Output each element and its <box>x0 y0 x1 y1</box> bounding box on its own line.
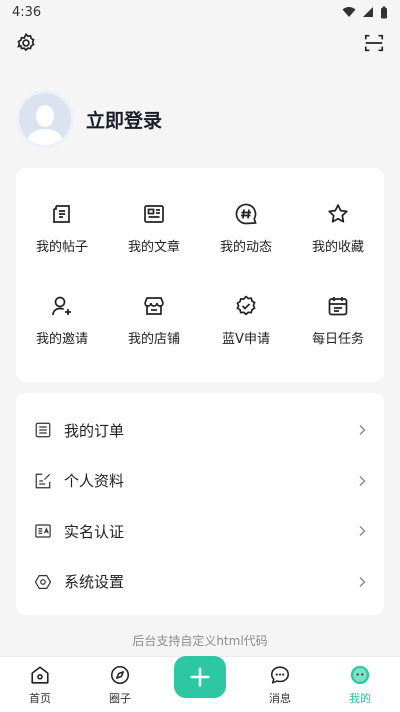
menu-item-label: 个人资料 <box>64 472 125 491</box>
chevron-right-icon <box>359 475 366 486</box>
shortcut-label: 我的帖子 <box>35 240 88 255</box>
verified-badge-icon <box>236 295 256 316</box>
article-icon <box>144 205 164 223</box>
avatar[interactable] <box>16 90 74 148</box>
shortcut-my-articles[interactable]: 我的文章 <box>108 202 200 294</box>
shortcut-label: 蓝V申请 <box>222 332 270 347</box>
id-card-icon <box>35 524 51 538</box>
shortcut-blue-v-apply[interactable]: 蓝V申请 <box>200 294 292 386</box>
add-post-button[interactable] <box>174 656 226 698</box>
tab-label: 我的 <box>349 692 371 705</box>
tab-mine[interactable]: 我的 <box>320 664 400 712</box>
plus-icon <box>190 667 210 687</box>
tab-home[interactable]: 首页 <box>0 664 80 712</box>
shortcut-my-posts[interactable]: 我的帖子 <box>16 202 108 294</box>
order-list-icon <box>35 422 51 438</box>
mine-face-icon <box>350 665 370 685</box>
home-icon <box>31 666 49 684</box>
status-bar: 4:36 <box>0 0 400 24</box>
tab-label: 消息 <box>269 692 291 705</box>
calendar-icon <box>328 297 348 316</box>
tab-label: 圈子 <box>109 692 131 705</box>
menu-item-label: 实名认证 <box>64 522 125 541</box>
tab-add[interactable] <box>160 656 240 712</box>
status-icons <box>342 6 388 19</box>
tab-messages[interactable]: 消息 <box>240 664 320 712</box>
post-icon <box>53 205 70 223</box>
star-icon <box>328 204 348 223</box>
menu-item-label: 系统设置 <box>64 573 125 592</box>
chevron-right-icon <box>359 526 366 537</box>
menu-item-profile[interactable]: 个人资料 <box>16 456 384 507</box>
shortcut-my-moments[interactable]: 我的动态 <box>200 202 292 294</box>
settings-hex-icon <box>34 574 52 589</box>
status-time: 4:36 <box>12 4 42 20</box>
hashtag-icon <box>235 203 257 225</box>
chat-bubble-icon <box>270 666 290 684</box>
shortcut-daily-tasks[interactable]: 每日任务 <box>292 294 384 386</box>
tab-label: 首页 <box>29 692 51 705</box>
shortcut-label: 我的收藏 <box>311 240 364 255</box>
shortcut-label: 我的邀请 <box>35 332 88 347</box>
shortcut-card: 我的帖子 我的文章 我的动态 我的收藏 我的邀请 我的店铺 蓝V申请 每日任务 <box>16 168 384 382</box>
login-link[interactable]: 立即登录 <box>86 106 162 133</box>
shortcut-label: 我的店铺 <box>127 332 180 347</box>
shortcut-label: 我的文章 <box>127 240 180 255</box>
default-avatar-icon <box>26 105 64 145</box>
user-plus-icon <box>52 296 71 316</box>
footer-note: 后台支持自定义html代码 <box>132 634 268 648</box>
battery-icon <box>381 6 387 18</box>
edit-profile-icon <box>35 473 51 489</box>
shortcut-my-invites[interactable]: 我的邀请 <box>16 294 108 386</box>
tab-circle[interactable]: 圈子 <box>80 664 160 712</box>
menu-item-my-orders[interactable]: 我的订单 <box>16 405 384 456</box>
settings-gear-icon[interactable] <box>15 32 37 54</box>
bottom-tab-bar: 首页 圈子 消息 我的 <box>0 656 400 712</box>
menu-item-system-settings[interactable]: 系统设置 <box>16 557 384 608</box>
shortcut-my-store[interactable]: 我的店铺 <box>108 294 200 386</box>
shortcut-my-favorites[interactable]: 我的收藏 <box>292 202 384 294</box>
menu-item-label: 我的订单 <box>64 421 125 440</box>
scan-icon[interactable] <box>363 32 385 54</box>
menu-item-real-name-auth[interactable]: 实名认证 <box>16 506 384 557</box>
profile-header[interactable]: 立即登录 <box>16 90 162 148</box>
shortcut-label: 每日任务 <box>311 332 364 347</box>
store-icon <box>144 297 164 315</box>
chevron-right-icon <box>359 425 366 436</box>
signal-icon <box>363 7 373 17</box>
shortcut-label: 我的动态 <box>219 240 272 255</box>
compass-icon <box>110 665 130 685</box>
wifi-icon <box>342 7 356 17</box>
menu-card: 我的订单 个人资料 实名认证 系统设置 <box>16 393 384 615</box>
shortcut-grid: 我的帖子 我的文章 我的动态 我的收藏 我的邀请 我的店铺 蓝V申请 每日任务 <box>16 168 384 386</box>
top-bar <box>0 30 400 58</box>
chevron-right-icon <box>359 576 366 587</box>
